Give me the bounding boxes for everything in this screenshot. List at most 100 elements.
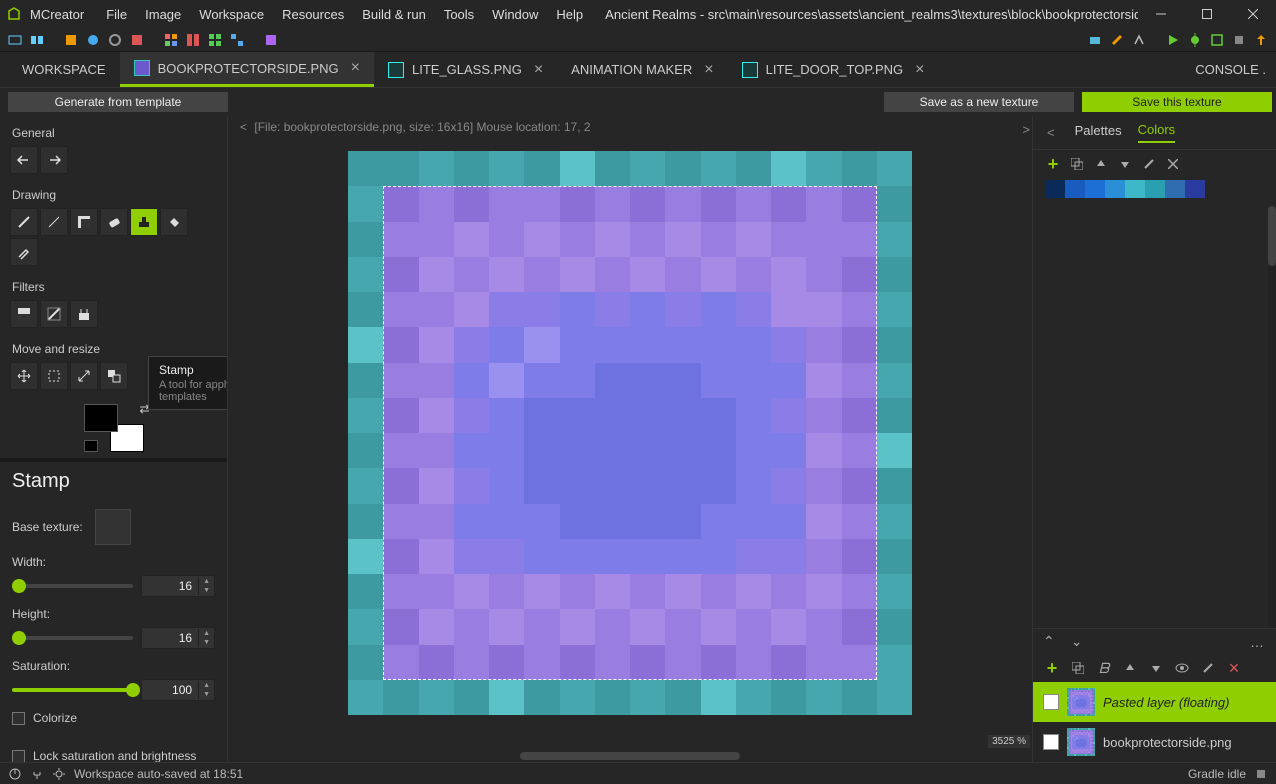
colorize-checkbox[interactable] <box>12 712 25 725</box>
select-tool[interactable] <box>40 362 68 390</box>
color-swatch-cell[interactable] <box>1045 180 1065 198</box>
base-texture-picker[interactable] <box>95 509 131 545</box>
height-slider[interactable] <box>12 636 133 640</box>
minimize-button[interactable] <box>1138 0 1184 28</box>
spin-down-icon[interactable]: ▼ <box>199 586 214 595</box>
height-spinner[interactable]: ▲▼ <box>141 627 215 649</box>
save-as-new-texture-button[interactable]: Save as a new texture <box>884 92 1074 112</box>
save-this-texture-button[interactable]: Save this texture <box>1082 92 1272 112</box>
tool-icon-6[interactable] <box>128 31 146 49</box>
merge-layer-icon[interactable]: ᗷ <box>1095 660 1113 676</box>
tab-close-icon[interactable]: × <box>915 61 924 79</box>
build-button[interactable] <box>1208 31 1226 49</box>
tab-palettes[interactable]: Palettes <box>1075 123 1122 142</box>
tool-icon-2[interactable] <box>28 31 46 49</box>
close-button[interactable] <box>1230 0 1276 28</box>
tool-icon-9[interactable] <box>206 31 224 49</box>
layer-item-pasted[interactable]: Pasted layer (floating) <box>1033 682 1276 722</box>
tab-animation-maker[interactable]: ANIMATION MAKER × <box>557 52 727 87</box>
delete-layer-icon[interactable]: × <box>1225 660 1243 676</box>
menu-help[interactable]: Help <box>548 3 591 26</box>
saturation-input[interactable] <box>142 680 198 700</box>
saturation-spinner[interactable]: ▲▼ <box>141 679 215 701</box>
generate-from-template-button[interactable]: Generate from template <box>8 92 228 112</box>
edit-color-icon[interactable] <box>1141 156 1157 172</box>
eraser-tool[interactable] <box>100 208 128 236</box>
color-swatch-cell[interactable] <box>1165 180 1185 198</box>
duplicate-layer-icon[interactable] <box>1069 660 1087 676</box>
spin-up-icon[interactable]: ▲ <box>199 577 214 586</box>
add-layer-icon[interactable]: + <box>1043 660 1061 676</box>
chevron-up-icon[interactable]: ⌃ <box>1043 633 1055 650</box>
filter-hsv-tool[interactable] <box>10 300 38 328</box>
tab-close-icon[interactable]: × <box>534 61 543 79</box>
width-spinner[interactable]: ▲▼ <box>141 575 215 597</box>
menu-tools[interactable]: Tools <box>436 3 482 26</box>
delete-color-icon[interactable] <box>1165 156 1181 172</box>
tab-console[interactable]: CONSOLE . <box>1185 52 1276 87</box>
spin-up-icon[interactable]: ▲ <box>199 681 214 690</box>
shape-tool[interactable] <box>70 208 98 236</box>
texture-canvas[interactable] <box>348 151 912 715</box>
tab-bookprotectorside[interactable]: BOOKPROTECTORSIDE.PNG × <box>120 52 374 87</box>
menu-image[interactable]: Image <box>137 3 189 26</box>
move-tool[interactable] <box>10 362 38 390</box>
layer-visibility-checkbox[interactable] <box>1043 694 1059 710</box>
undo-button[interactable] <box>10 146 38 174</box>
color-swatch-cell[interactable] <box>1085 180 1105 198</box>
canvas-viewport[interactable] <box>228 116 1032 750</box>
tool-icon-7[interactable] <box>162 31 180 49</box>
tab-lite-glass[interactable]: LITE_GLASS.PNG × <box>374 52 557 87</box>
debug-button[interactable] <box>1186 31 1204 49</box>
move-down-icon[interactable] <box>1117 156 1133 172</box>
swap-colors-icon[interactable]: ⇄ <box>139 402 149 416</box>
color-swatch-cell[interactable] <box>1065 180 1085 198</box>
color-swatch-cell[interactable] <box>1185 180 1205 198</box>
collapse-left-icon[interactable]: < <box>240 120 247 134</box>
maximize-button[interactable] <box>1184 0 1230 28</box>
collapse-right-panel-icon[interactable]: < <box>1047 125 1055 140</box>
color-swatch-cell[interactable] <box>1145 180 1165 198</box>
layer-item-bookprotectorside[interactable]: bookprotectorside.png <box>1033 722 1276 762</box>
menu-workspace[interactable]: Workspace <box>191 3 272 26</box>
tool-icon-4[interactable] <box>84 31 102 49</box>
spin-up-icon[interactable]: ▲ <box>199 629 214 638</box>
layer-up-icon[interactable] <box>1121 660 1139 676</box>
spin-down-icon[interactable]: ▼ <box>199 638 214 647</box>
height-input[interactable] <box>142 628 198 648</box>
tool-icon-5[interactable] <box>106 31 124 49</box>
saturation-slider[interactable] <box>12 688 133 692</box>
vertical-scrollbar[interactable] <box>1268 206 1276 628</box>
color-swatch-cell[interactable] <box>1105 180 1125 198</box>
tab-close-icon[interactable]: × <box>704 61 713 79</box>
line-tool[interactable] <box>40 208 68 236</box>
tool-icon-r3[interactable] <box>1130 31 1148 49</box>
filter-desat-tool[interactable] <box>40 300 68 328</box>
resize-canvas-tool[interactable] <box>70 362 98 390</box>
horizontal-scrollbar[interactable] <box>228 750 1032 762</box>
filter-noise-tool[interactable] <box>70 300 98 328</box>
menu-file[interactable]: File <box>98 3 135 26</box>
spin-down-icon[interactable]: ▼ <box>199 690 214 699</box>
tab-workspace[interactable]: WORKSPACE <box>8 52 120 87</box>
export-button[interactable] <box>1252 31 1270 49</box>
pencil-tool[interactable] <box>10 208 38 236</box>
bucket-tool[interactable] <box>160 208 188 236</box>
layer-visibility-checkbox[interactable] <box>1043 734 1059 750</box>
layer-edit-icon[interactable] <box>1199 660 1217 676</box>
tool-icon-r1[interactable] <box>1086 31 1104 49</box>
tool-icon-8[interactable] <box>184 31 202 49</box>
run-button[interactable] <box>1164 31 1182 49</box>
tab-colors[interactable]: Colors <box>1138 122 1176 143</box>
width-input[interactable] <box>142 576 198 596</box>
menu-resources[interactable]: Resources <box>274 3 352 26</box>
more-icon[interactable]: … <box>1250 634 1266 650</box>
stamp-tool[interactable] <box>130 208 158 236</box>
tool-icon-10[interactable] <box>228 31 246 49</box>
lock-sat-checkbox[interactable] <box>12 750 25 763</box>
tab-lite-door-top[interactable]: LITE_DOOR_TOP.PNG × <box>728 52 939 87</box>
color-swatch-cell[interactable] <box>1125 180 1145 198</box>
picker-tool[interactable] <box>10 238 38 266</box>
reset-colors-icon[interactable] <box>84 440 98 452</box>
tool-icon-11[interactable] <box>262 31 280 49</box>
